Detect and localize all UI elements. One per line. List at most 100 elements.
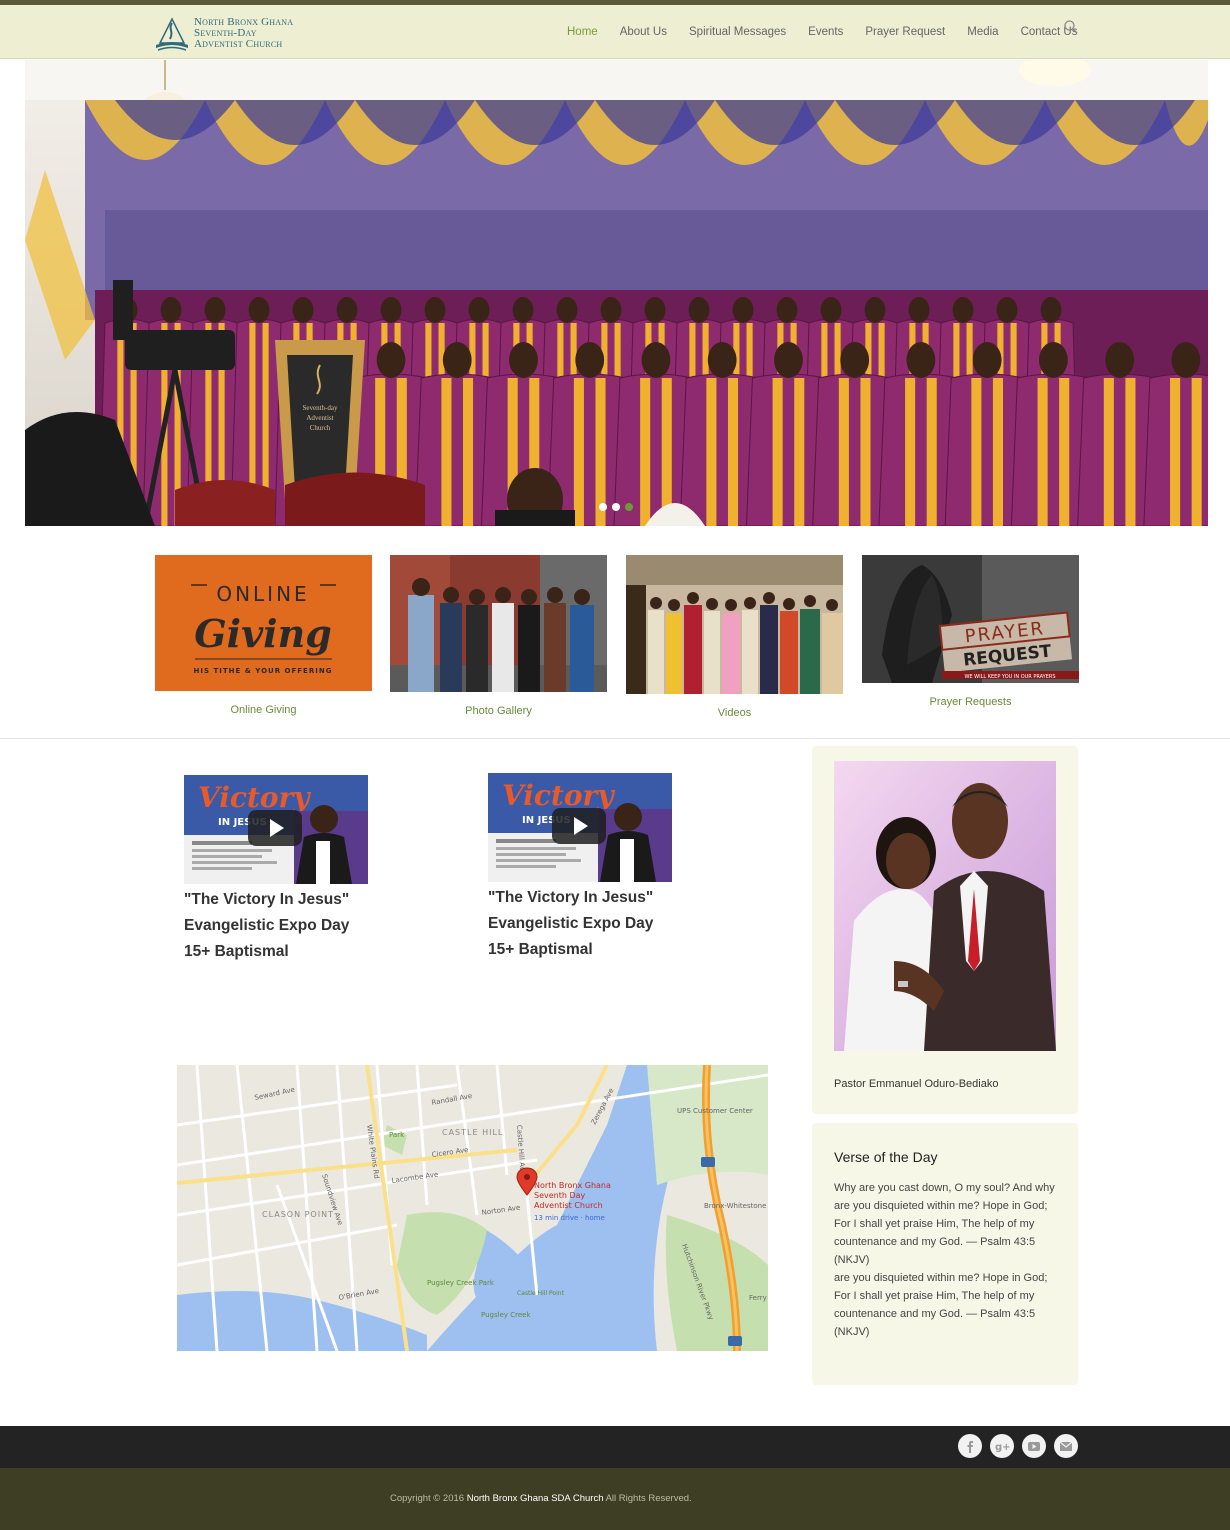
choir-member-head <box>336 297 358 323</box>
nav-events[interactable]: Events <box>797 23 854 41</box>
choir-stole <box>1059 378 1070 526</box>
hero-choir-image: Seventh-day Adventist Church <box>25 60 1208 526</box>
verse-text-main: Why are you cast down, O my soul? And wh… <box>834 1182 1055 1266</box>
choir-stole <box>905 378 916 526</box>
nav-home[interactable]: Home <box>556 23 609 41</box>
verse-text: Why are you cast down, O my soul? And wh… <box>834 1179 1056 1341</box>
choir-stole <box>926 378 937 526</box>
choir-member-head <box>1040 297 1062 323</box>
site-logo[interactable]: North Bronx Ghana Seventh-Day Adventist … <box>154 11 293 55</box>
nav-prayer-request[interactable]: Prayer Request <box>854 23 956 41</box>
tile-caption-prayer-requests[interactable]: Prayer Requests <box>862 696 1079 708</box>
location-map[interactable]: Randall Ave CASTLE HILL CLASON POINT Par… <box>177 1065 768 1351</box>
choir-member-head <box>509 342 538 378</box>
copyright-prefix: Copyright © 2016 <box>390 1493 467 1504</box>
choir-member-head <box>248 297 270 323</box>
choir-member-head <box>952 297 974 323</box>
choir-stole <box>1037 378 1048 526</box>
choir-member-head <box>512 297 534 323</box>
feature-tiles: ONLINE Giving HIS TITHE & YOUR OFFERING … <box>155 555 1079 725</box>
svg-text:g+: g+ <box>995 1442 1011 1453</box>
map-label-pugsley-creek: Pugsley Creek <box>481 1311 531 1319</box>
choir-member-head <box>1039 342 1068 378</box>
video-thumbnail-1[interactable]: Victory IN JESUS <box>184 775 368 884</box>
choir-member-head <box>908 297 930 323</box>
map-label-ups: UPS Customer Center <box>677 1107 753 1115</box>
facebook-icon[interactable] <box>958 1434 982 1458</box>
map-place-line-2: Seventh Day <box>534 1191 586 1200</box>
search-icon[interactable] <box>1063 19 1079 35</box>
choir-member-head <box>820 297 842 323</box>
main-nav: Home About Us Spiritual Messages Events … <box>556 23 1088 41</box>
google-plus-icon[interactable]: g+ <box>990 1434 1014 1458</box>
choir-stole <box>971 378 982 526</box>
tile-caption-online-giving[interactable]: Online Giving <box>155 704 372 716</box>
choir-stole <box>992 378 1003 526</box>
slider-dot-2[interactable] <box>612 503 620 511</box>
map-label-pugsley-park: Pugsley Creek Park <box>427 1279 495 1287</box>
nav-spiritual-messages[interactable]: Spiritual Messages <box>678 23 797 41</box>
choir-member-head <box>840 342 870 378</box>
map-label-clason: CLASON POINT <box>262 1210 334 1219</box>
slider-dot-1[interactable] <box>599 503 607 511</box>
logo-line-1: North Bronx Ghana <box>194 15 294 28</box>
video-1-title-line-1: "The Victory In Jesus" <box>184 891 350 908</box>
online-giving-image: ONLINE Giving HIS TITHE & YOUR OFFERING <box>155 555 372 691</box>
slider-dot-3[interactable] <box>625 503 633 511</box>
video-2-title-line-3: 15+ Baptismal <box>488 941 593 958</box>
choir-stole <box>640 378 651 526</box>
video-1-thumb-word: Victory <box>198 781 311 814</box>
youtube-icon[interactable] <box>1022 1434 1046 1458</box>
choir-member-head <box>774 342 803 378</box>
video-1-title[interactable]: "The Victory In Jesus" Evangelistic Expo… <box>184 887 424 965</box>
verse-title: Verse of the Day <box>834 1149 938 1165</box>
choir-member-head <box>996 297 1018 323</box>
choir-stole <box>463 378 474 526</box>
choir-member-head <box>1171 342 1201 378</box>
choir-stole <box>1103 378 1114 526</box>
choir-member-head <box>575 342 605 378</box>
video-1-title-line-3: 15+ Baptismal <box>184 943 289 960</box>
copyright-suffix: All Rights Reserved. <box>603 1493 692 1504</box>
choir-stole <box>838 378 849 526</box>
map-drive-time: 13 min drive · home <box>534 1214 605 1222</box>
choir-member-head <box>380 297 402 323</box>
choir-stole <box>441 378 452 526</box>
nav-about-us[interactable]: About Us <box>609 23 678 41</box>
choir-stole <box>573 378 584 526</box>
choir-member-head <box>644 297 666 323</box>
footer-social-bar: g+ <box>0 1426 1230 1468</box>
choir-member-head <box>556 297 578 323</box>
choir-member-head <box>204 297 226 323</box>
choir-member-head <box>972 342 1002 378</box>
choir-member-head <box>641 342 671 378</box>
tile-caption-photo-gallery[interactable]: Photo Gallery <box>390 705 607 717</box>
choir-member-head <box>442 342 472 378</box>
email-icon[interactable] <box>1054 1434 1078 1458</box>
video-thumbnail-2[interactable]: Victory IN JESUS <box>488 773 672 882</box>
giving-art-top: ONLINE <box>216 582 309 606</box>
verse-text-repeat: are you disquieted within me? Hope in Go… <box>834 1272 1048 1338</box>
giving-art-main: Giving <box>194 611 332 656</box>
hero-slider[interactable]: Seventh-day Adventist Church <box>25 60 1208 526</box>
video-2-title-line-1: "The Victory In Jesus" <box>488 889 654 906</box>
map-label-ferry: Ferry <box>749 1294 767 1302</box>
slider-dots <box>599 503 633 511</box>
choir-member-head <box>688 297 710 323</box>
choir-stole <box>1125 378 1136 526</box>
pulpit-text-3: Church <box>310 424 331 432</box>
copyright-text: Copyright © 2016 North Bronx Ghana SDA C… <box>390 1493 692 1504</box>
tile-caption-videos[interactable]: Videos <box>626 707 843 719</box>
logo-text: North Bronx Ghana Seventh-Day Adventist … <box>194 15 294 50</box>
choir-stole <box>1191 378 1202 526</box>
choir-member-head <box>906 342 936 378</box>
prayer-art-sub: WE WILL KEEP YOU IN OUR PRAYERS <box>964 674 1055 680</box>
sda-logo-icon <box>156 17 188 51</box>
nav-media[interactable]: Media <box>956 23 1009 41</box>
site-header: North Bronx Ghana Seventh-Day Adventist … <box>0 5 1230 59</box>
logo-line-3: Adventist Church <box>194 37 283 50</box>
video-2-title[interactable]: "The Victory In Jesus" Evangelistic Expo… <box>488 885 728 963</box>
choir-member-head <box>600 297 622 323</box>
map-label-bronx-whitestone: Bronx-Whitestone <box>704 1202 766 1210</box>
footer-org-link[interactable]: North Bronx Ghana SDA Church <box>467 1493 604 1504</box>
